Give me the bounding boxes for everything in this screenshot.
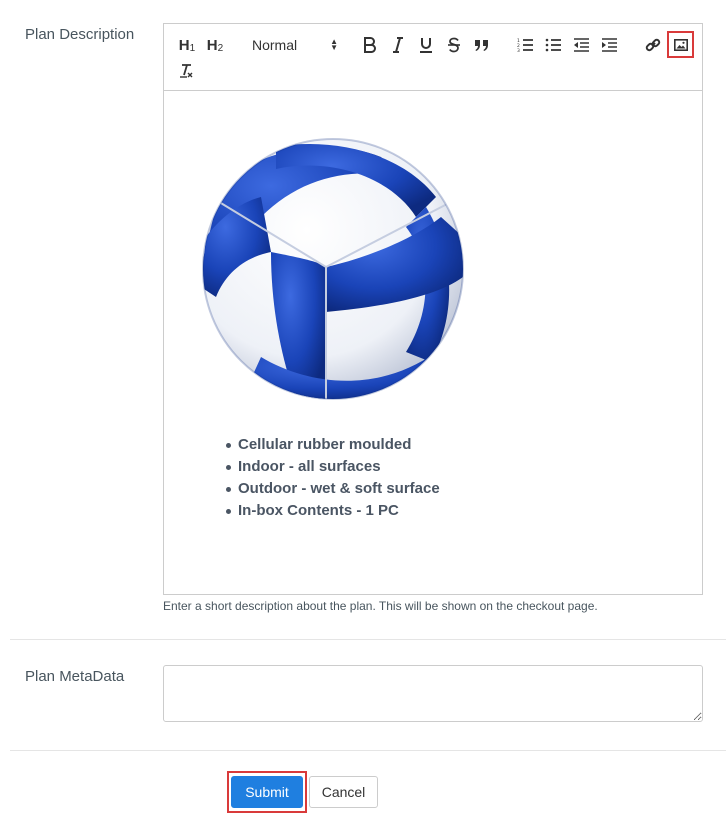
strikethrough-icon[interactable]: [444, 33, 464, 57]
plan-metadata-label: Plan MetaData: [25, 668, 125, 685]
list-item: In-box Contents - 1 PC: [226, 500, 440, 522]
description-help-text: Enter a short description about the plan…: [163, 599, 598, 613]
link-icon[interactable]: [642, 33, 664, 57]
underline-icon[interactable]: [416, 33, 436, 57]
bold-icon[interactable]: [360, 33, 380, 57]
format-select[interactable]: Normal ▲ ▼: [250, 33, 338, 57]
list-item: Cellular rubber moulded: [226, 434, 440, 456]
ordered-list-icon[interactable]: 123: [514, 33, 536, 57]
heading-1-button[interactable]: H1: [176, 33, 198, 57]
editor-content[interactable]: Cellular rubber moulded Indoor - all sur…: [164, 92, 702, 594]
clear-format-icon[interactable]: [176, 59, 196, 83]
heading-2-label: H: [206, 36, 218, 54]
bullet-list-icon[interactable]: [542, 33, 564, 57]
plan-description-label: Plan Description: [25, 26, 135, 43]
volleyball-image: [202, 138, 464, 400]
format-select-value: Normal: [252, 37, 298, 53]
outdent-icon[interactable]: [570, 33, 592, 57]
svg-text:3: 3: [517, 48, 520, 52]
list-item: Indoor - all surfaces: [226, 456, 440, 478]
list-item: Outdoor - wet & soft surface: [226, 478, 440, 500]
select-arrows-icon: ▲ ▼: [330, 37, 338, 52]
divider: [10, 750, 726, 751]
italic-icon[interactable]: [388, 33, 408, 57]
heading-2-button[interactable]: H2: [204, 33, 226, 57]
rich-text-editor: H1 H2 Normal ▲ ▼ 123 Cellular rubber mou…: [163, 23, 703, 595]
editor-toolbar: H1 H2 Normal ▲ ▼ 123: [164, 24, 702, 91]
cancel-button[interactable]: Cancel: [309, 776, 378, 808]
image-icon[interactable]: [667, 31, 694, 58]
divider: [10, 639, 726, 640]
description-bullet-list: Cellular rubber moulded Indoor - all sur…: [226, 434, 440, 522]
heading-2-sub: 2: [217, 42, 224, 54]
submit-button[interactable]: Submit: [231, 776, 303, 808]
heading-1-sub: 1: [189, 42, 196, 54]
heading-1-label: H: [178, 36, 190, 54]
plan-metadata-input[interactable]: [163, 665, 703, 722]
blockquote-icon[interactable]: [472, 33, 492, 57]
indent-icon[interactable]: [598, 33, 620, 57]
